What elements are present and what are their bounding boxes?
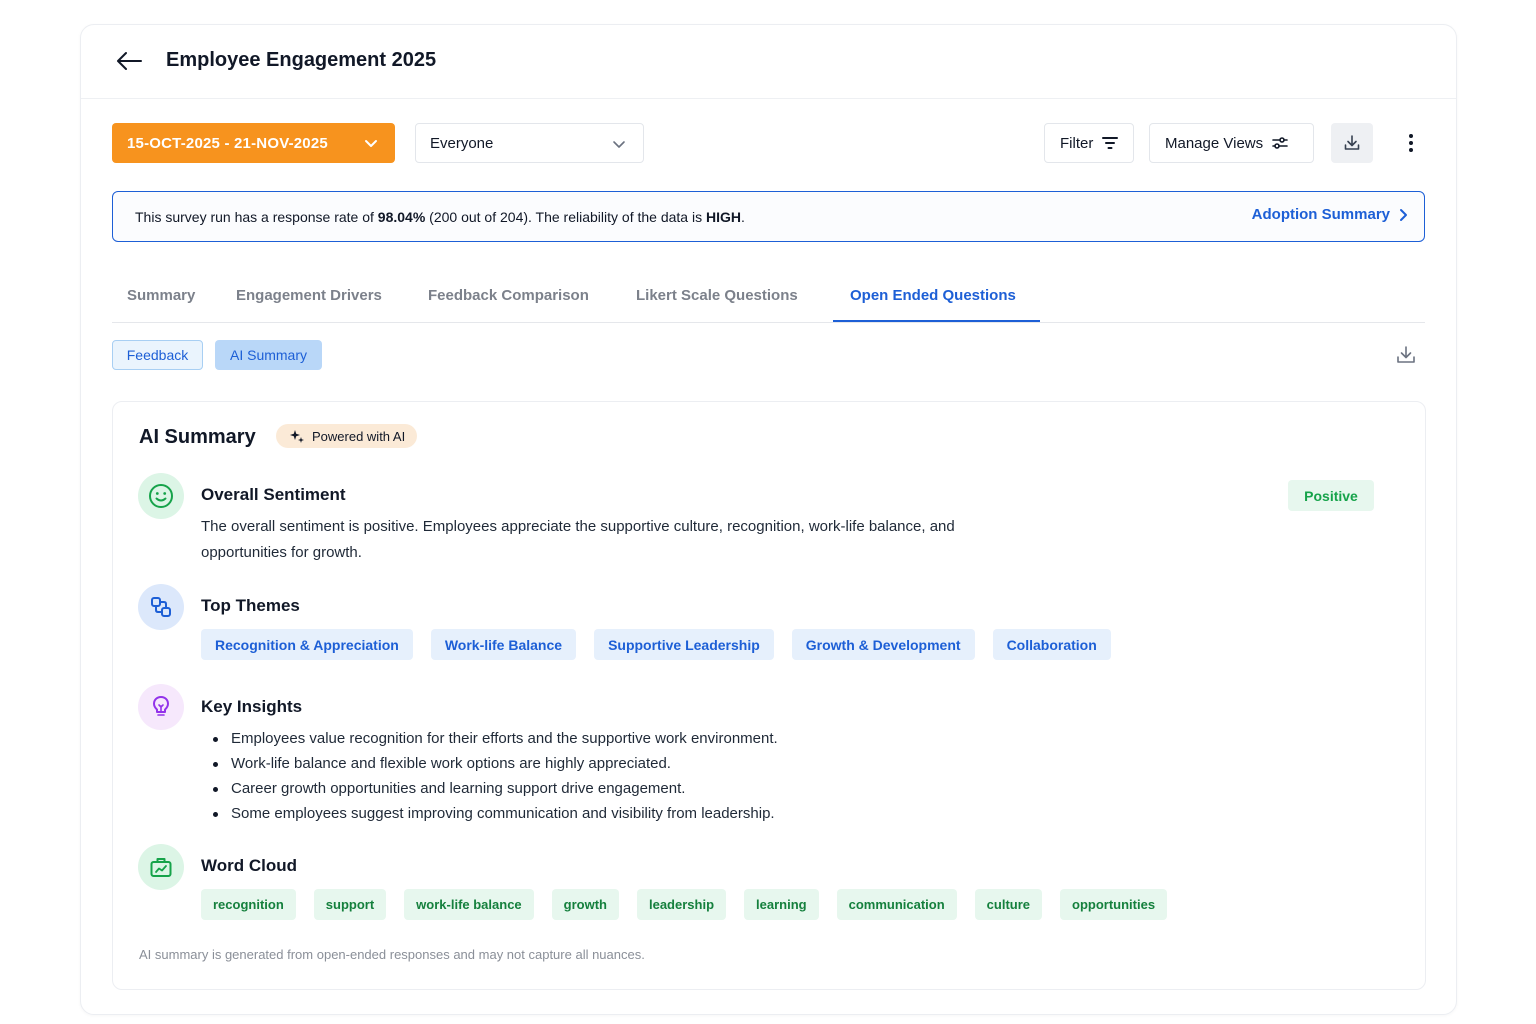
list-item: Employees value recognition for their ef… [208,726,778,751]
download-report-button[interactable] [1331,123,1373,163]
survey-report-card: Employee Engagement 2025 15-OCT-2025 - 2… [80,24,1457,1015]
word-chip: recognition [201,889,296,920]
tab-engagement-drivers[interactable]: Engagement Drivers [236,283,382,323]
banner-text-2: (200 out of 204). The reliability of the… [425,208,706,225]
download-icon[interactable] [1394,343,1418,367]
filter-label: Filter [1060,134,1094,152]
sentiment-text: The overall sentiment is positive. Emplo… [201,518,955,561]
smile-icon [138,473,184,519]
date-range-dropdown[interactable]: 15-OCT-2025 - 21-NOV-2025 [112,123,395,163]
report-tabs: Summary Engagement Drivers Feedback Comp… [112,283,1425,323]
banner-text-1: This survey run has a response rate of [135,208,378,225]
list-item: Some employees suggest improving communi… [208,801,778,826]
vertical-dots-icon [1409,134,1413,152]
list-item: Work-life balance and flexible work opti… [208,751,778,776]
word-chip: leadership [636,889,727,920]
audience-select[interactable]: Everyone [415,123,644,163]
word-chip: support [313,889,387,920]
insights-list: Employees value recognition for their ef… [208,726,778,826]
sentiment-badge: Positive [1288,480,1374,511]
manage-views-button[interactable]: Manage Views [1149,123,1314,163]
tab-summary[interactable]: Summary [127,283,195,323]
banner-text-3: . [740,208,745,225]
active-tab-indicator [833,320,1040,322]
theme-chip: Growth & Development [791,629,975,660]
powered-with-ai-badge: Powered with AI [276,424,418,448]
overall-sentiment-title: Overall Sentiment [201,485,346,504]
chevron-down-icon [613,141,625,148]
tab-open-ended-questions[interactable]: Open Ended Questions [850,283,1016,323]
theme-chip: Supportive Leadership [594,629,774,660]
response-rate-value: 98.04% [377,208,426,225]
theme-chip: Recognition & Appreciation [201,629,413,660]
list-item: Career growth opportunities and learning… [208,776,778,801]
key-insights-title: Key Insights [201,697,303,716]
chevron-right-icon [1400,208,1407,221]
chevron-down-icon [365,140,377,147]
themes-list: Recognition & Appreciation Work-life Bal… [201,629,1129,660]
tab-feedback-comparison[interactable]: Feedback Comparison [428,283,589,323]
word-chip: work-life balance [404,889,534,920]
page-header: Employee Engagement 2025 [81,25,1456,99]
feedback-toggle-button[interactable]: Feedback [112,340,203,370]
powered-label: Powered with AI [312,428,406,444]
link-shapes-icon [138,584,184,630]
word-cloud-title: Word Cloud [201,856,297,875]
lightbulb-icon [138,684,184,730]
sliders-icon [1272,137,1288,149]
word-chip: learning [744,889,819,920]
word-chip: growth [551,889,619,920]
response-rate-banner: This survey run has a response rate of 9… [112,191,1425,242]
ai-disclaimer: AI summary is generated from open-ended … [139,947,645,962]
sparkle-icon [290,430,304,443]
word-chip: culture [974,889,1043,920]
toolbar: 15-OCT-2025 - 21-NOV-2025 Everyone Filte… [81,123,1456,163]
briefcase-chart-icon [138,844,184,890]
manage-views-label: Manage Views [1165,134,1264,152]
word-cloud-list: recognition support work-life balance gr… [201,889,1185,920]
filter-lines-icon [1102,137,1119,149]
ai-summary-title: AI Summary [139,426,256,448]
download-icon [1344,135,1360,150]
page-title: Employee Engagement 2025 [166,49,437,71]
tab-likert-scale-questions[interactable]: Likert Scale Questions [636,283,798,323]
theme-chip: Work-life Balance [430,629,577,660]
theme-chip: Collaboration [992,629,1111,660]
ai-summary-panel: AI Summary Powered with AI Overall Senti… [112,401,1426,990]
adoption-summary-link[interactable]: Adoption Summary [1252,206,1408,223]
back-arrow-icon[interactable] [115,49,143,73]
word-chip: opportunities [1060,889,1168,920]
word-chip: communication [836,889,957,920]
adoption-summary-label: Adoption Summary [1251,206,1390,223]
more-options-button[interactable] [1399,131,1423,155]
reliability-value: HIGH [705,208,741,225]
audience-label: Everyone [430,134,494,152]
top-themes-title: Top Themes [201,596,300,615]
date-range-label: 15-OCT-2025 - 21-NOV-2025 [127,134,328,152]
filter-button[interactable]: Filter [1044,123,1134,163]
ai-summary-toggle-button[interactable]: AI Summary [215,340,322,370]
